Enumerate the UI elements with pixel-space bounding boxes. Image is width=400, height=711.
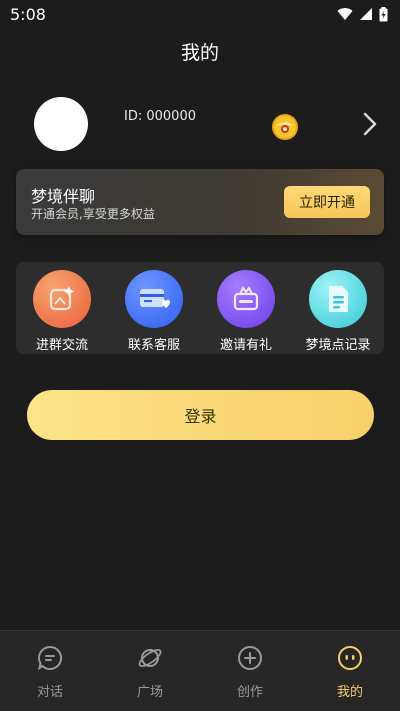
quick-actions: 进群交流 联系客服 邀请有礼 梦境点记录 bbox=[16, 262, 384, 354]
vip-subtitle: 开通会员,享受更多权益 bbox=[31, 207, 155, 221]
battery-icon bbox=[379, 6, 388, 21]
customer-service-icon bbox=[125, 270, 183, 328]
action-label: 邀请有礼 bbox=[219, 338, 272, 353]
bottom-nav: 对话 广场 创作 我的 bbox=[0, 630, 400, 711]
action-label: 梦境点记录 bbox=[305, 338, 371, 353]
record-icon bbox=[309, 270, 367, 328]
planet-icon bbox=[138, 649, 162, 667]
open-vip-button[interactable]: 立即开通 bbox=[284, 186, 370, 218]
action-label: 联系客服 bbox=[127, 338, 180, 353]
screen: 5:08 我的 ID: 000000 梦境伴聊 开通会员,享受更多权益 立即开通 bbox=[0, 0, 400, 711]
signal-icon bbox=[360, 8, 372, 20]
vip-banner[interactable]: 梦境伴聊 开通会员,享受更多权益 立即开通 bbox=[16, 169, 384, 235]
nav-item-mine[interactable]: 我的 bbox=[300, 631, 400, 711]
nav-item-plaza[interactable]: 广场 bbox=[100, 631, 200, 711]
nav-label: 创作 bbox=[236, 685, 263, 700]
nav-label: 我的 bbox=[336, 685, 363, 700]
action-group-chat[interactable]: 进群交流 bbox=[20, 270, 104, 353]
page-header: 我的 bbox=[0, 28, 400, 74]
page-title: 我的 bbox=[180, 41, 219, 64]
login-button[interactable]: 登录 bbox=[27, 390, 374, 440]
action-label: 进群交流 bbox=[35, 338, 88, 353]
chat-icon bbox=[37, 645, 62, 671]
status-bar: 5:08 bbox=[0, 0, 400, 28]
group-chat-icon bbox=[33, 270, 91, 328]
chevron-right-icon[interactable] bbox=[360, 111, 380, 137]
vip-title: 梦境伴聊 bbox=[31, 187, 96, 206]
action-customer-service[interactable]: 联系客服 bbox=[112, 270, 196, 353]
user-id: ID: 000000 bbox=[124, 109, 196, 124]
avatar[interactable] bbox=[34, 97, 88, 151]
action-dream-records[interactable]: 梦境点记录 bbox=[296, 270, 380, 353]
wifi-icon bbox=[337, 8, 353, 20]
action-invite-gift[interactable]: 邀请有礼 bbox=[204, 270, 288, 353]
status-icons bbox=[337, 6, 388, 22]
nav-label: 广场 bbox=[136, 685, 163, 700]
nav-item-chat[interactable]: 对话 bbox=[0, 631, 100, 711]
plus-circle-icon bbox=[238, 646, 262, 670]
coin-badge-icon bbox=[272, 114, 298, 140]
status-time: 5:08 bbox=[10, 4, 46, 24]
profile-row[interactable]: ID: 000000 bbox=[0, 95, 400, 155]
nav-item-create[interactable]: 创作 bbox=[200, 631, 300, 711]
nav-label: 对话 bbox=[36, 685, 63, 700]
gift-icon bbox=[217, 270, 275, 328]
profile-face-icon bbox=[338, 646, 362, 670]
